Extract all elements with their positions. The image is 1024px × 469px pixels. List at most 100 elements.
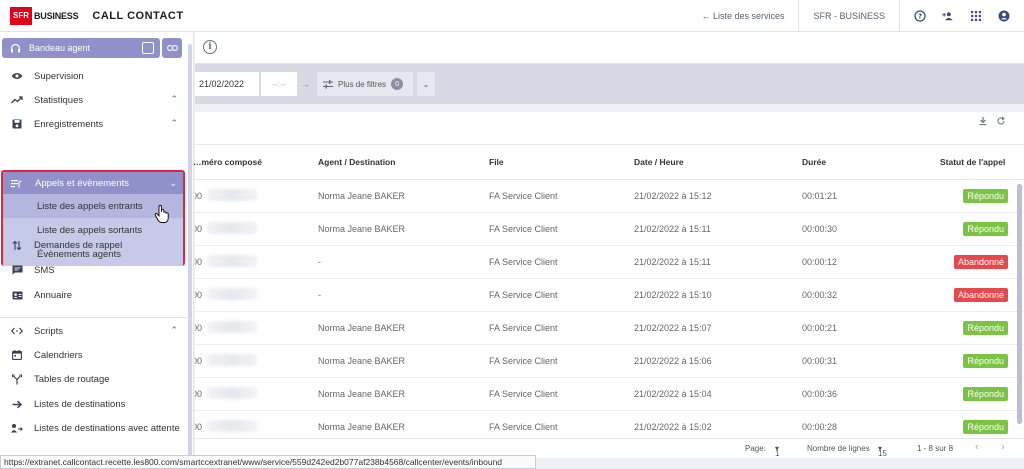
- sidebar-item-supervision[interactable]: Supervision: [0, 64, 186, 88]
- sidebar-item-destination-lists-waiting[interactable]: Listes de destinations avec attente: [0, 416, 186, 440]
- next-page-icon[interactable]: ›: [1001, 441, 1005, 453]
- table-row[interactable]: 00 - FA Service Client 21/02/2022 à 15:1…: [195, 279, 1024, 312]
- rows-label: Nombre de lignes: [807, 444, 870, 453]
- link-icon[interactable]: [162, 38, 182, 58]
- status-badge: Répondu: [963, 354, 1008, 368]
- calendar-icon: [10, 348, 24, 362]
- more-filters-button[interactable]: Plus de filtres 0: [317, 72, 413, 96]
- table-row[interactable]: 00 Norma Jeane BAKER FA Service Client 2…: [195, 378, 1024, 411]
- redacted-number: [207, 288, 257, 300]
- message-icon: [10, 263, 24, 277]
- window-toggle-icon[interactable]: [142, 42, 154, 54]
- col-queue[interactable]: File: [489, 157, 504, 167]
- agent-bar-button[interactable]: Bandeau agent: [2, 38, 160, 58]
- sidebar-item-routing-tables[interactable]: Tables de routage: [0, 367, 186, 391]
- col-duration[interactable]: Durée: [802, 157, 826, 167]
- time-field[interactable]: --:--: [261, 72, 297, 96]
- duration-cell: 00:00:36: [802, 389, 838, 399]
- col-datetime[interactable]: Date / Heure: [634, 157, 684, 167]
- sidebar-item-scripts[interactable]: Scripts ⌃: [0, 319, 186, 343]
- date-field[interactable]: 21/02/2022: [195, 72, 259, 96]
- col-number[interactable]: …méro composé: [193, 157, 262, 167]
- info-icon[interactable]: i: [203, 40, 217, 54]
- sidebar-item-label: Enregistrements: [34, 118, 104, 130]
- chevron-down-icon[interactable]: ⌄: [417, 72, 435, 96]
- col-agent[interactable]: Agent / Destination: [318, 157, 395, 167]
- eye-icon: [10, 69, 24, 83]
- duration-cell: 00:01:21: [802, 191, 838, 201]
- sidebar-item-label: Calendriers: [34, 349, 83, 361]
- help-icon[interactable]: ?: [914, 10, 926, 22]
- status-badge: Répondu: [963, 387, 1008, 401]
- sidebar-item-callback-requests[interactable]: Demandes de rappel: [0, 233, 186, 257]
- datetime-cell: 21/02/2022 à 15:07: [634, 323, 712, 333]
- table-body: 00 Norma Jeane BAKER FA Service Client 2…: [195, 180, 1024, 438]
- redacted-number: [207, 255, 257, 267]
- download-icon[interactable]: [978, 116, 988, 129]
- trending-up-icon: [10, 93, 24, 107]
- sfr-logo[interactable]: SFR: [10, 6, 32, 25]
- brand-text: SFR: [13, 11, 29, 20]
- sidebar-item-statistics[interactable]: Statistiques ⌃: [0, 88, 186, 112]
- table-row[interactable]: 00 Norma Jeane BAKER FA Service Client 2…: [195, 312, 1024, 345]
- page-label: Page:: [745, 444, 766, 453]
- sidebar-item-sms[interactable]: SMS: [0, 258, 186, 282]
- filter-bar: 21/02/2022 --:-- → Plus de filtres 0 ⌄: [195, 64, 1024, 104]
- add-user-icon[interactable]: [942, 10, 954, 22]
- duration-cell: 00:00:32: [802, 290, 838, 300]
- hand-cursor-icon: [154, 204, 169, 223]
- status-badge: Répondu: [963, 189, 1008, 203]
- page-value: 1: [775, 449, 780, 458]
- status-badge: Répondu: [963, 321, 1008, 335]
- sidebar-item-destination-lists[interactable]: Listes de destinations: [0, 392, 186, 416]
- sidebar-item-calendars[interactable]: Calendriers: [0, 343, 186, 367]
- dialed-number: 00: [195, 422, 203, 432]
- swap-vertical-icon: [10, 238, 24, 252]
- user-account-icon[interactable]: [998, 10, 1010, 22]
- status-badge: Répondu: [963, 222, 1008, 236]
- datetime-cell: 21/02/2022 à 15:02: [634, 422, 712, 432]
- datetime-cell: 21/02/2022 à 15:06: [634, 356, 712, 366]
- datetime-cell: 21/02/2022 à 15:11: [634, 224, 711, 234]
- account-name[interactable]: SFR - BUSINESS: [799, 0, 899, 32]
- table-row[interactable]: 00 Norma Jeane BAKER FA Service Client 2…: [195, 411, 1024, 438]
- sidebar-item-directory[interactable]: Annuaire: [0, 283, 186, 307]
- col-status[interactable]: Statut de l'appel: [940, 157, 1005, 167]
- table-row[interactable]: 00 - FA Service Client 21/02/2022 à 15:1…: [195, 246, 1024, 279]
- agent-cell: -: [318, 257, 321, 267]
- page-range: 1 - 8 sur 8: [917, 444, 954, 453]
- sidebar-item-label: Tables de routage: [34, 373, 110, 385]
- playlist-icon: [11, 176, 25, 190]
- status-badge: Abandonné: [953, 288, 1008, 302]
- header-icons: ?: [900, 0, 1024, 32]
- refresh-icon[interactable]: [996, 116, 1006, 129]
- page-select[interactable]: 1 ▾: [775, 444, 779, 458]
- queue-cell: FA Service Client: [489, 323, 558, 333]
- svg-text:?: ?: [918, 13, 922, 21]
- dialed-number: 00: [195, 389, 203, 399]
- filter-count-badge: 0: [391, 78, 404, 90]
- agent-bar-label: Bandeau agent: [29, 43, 91, 53]
- rows-select[interactable]: 15 ▾: [878, 444, 887, 458]
- queue-cell: FA Service Client: [489, 290, 558, 300]
- dialed-number: 00: [195, 257, 203, 267]
- duration-cell: 00:00:31: [802, 356, 838, 366]
- agent-cell: Norma Jeane BAKER: [318, 224, 406, 234]
- sidebar-item-recordings[interactable]: Enregistrements ⌃: [0, 112, 186, 136]
- table-scrollbar[interactable]: [1017, 184, 1022, 424]
- redacted-number: [207, 189, 257, 201]
- prev-page-icon[interactable]: ‹: [975, 441, 979, 453]
- table-row[interactable]: 00 Norma Jeane BAKER FA Service Client 2…: [195, 213, 1024, 246]
- contact-card-icon: [10, 288, 24, 302]
- table-row[interactable]: 00 Norma Jeane BAKER FA Service Client 2…: [195, 345, 1024, 378]
- apps-grid-icon[interactable]: [970, 10, 982, 22]
- sidebar-item-calls-events[interactable]: Appels et évènements ⌄: [3, 172, 183, 194]
- brand-suffix: BUSINESS: [34, 10, 79, 21]
- sidebar-divider: [0, 317, 186, 318]
- queue-cell: FA Service Client: [489, 356, 558, 366]
- chevron-up-icon: ⌃: [170, 118, 178, 128]
- redacted-number: [207, 354, 257, 366]
- sidebar-scrollbar[interactable]: [188, 44, 192, 468]
- services-link[interactable]: ← Liste des services: [687, 0, 798, 32]
- table-row[interactable]: 00 Norma Jeane BAKER FA Service Client 2…: [195, 180, 1024, 213]
